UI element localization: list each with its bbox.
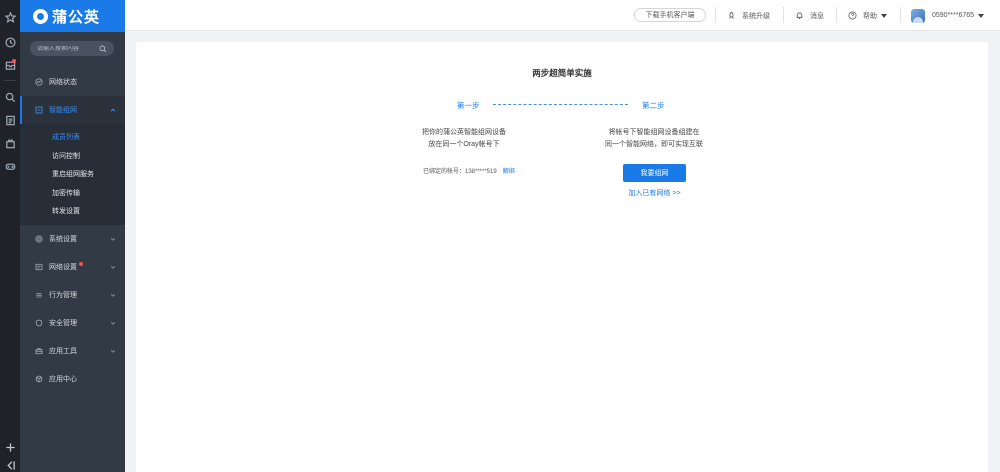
add-icon[interactable]	[3, 440, 17, 454]
step-two-description: 将帐号下智能组网设备组建在 同一个智能网络，即可实现互联	[574, 127, 734, 151]
system-upgrade-label: 系统升级	[742, 12, 770, 20]
header-divider	[783, 7, 784, 23]
sidebar: 蒲公英 网络状态 智能组网 成员列表 访问控制 重启组网服务 加密传输 转发	[20, 0, 125, 472]
header-divider	[900, 7, 901, 23]
step-one-line2: 放在同一个Oray帐号下	[428, 141, 500, 148]
sidebar-item-label: 行为管理	[49, 291, 77, 299]
top-header: 下载手机客户端 系统升级 消息 帮助 0590****6765	[125, 0, 1000, 31]
smart-network-icon	[34, 106, 43, 115]
sidebar-item-smart-network[interactable]: 智能组网	[20, 96, 125, 124]
search-icon[interactable]	[3, 90, 17, 104]
account-menu[interactable]: 0590****6765	[911, 8, 985, 23]
chevron-down-icon	[110, 348, 116, 354]
shield-icon	[34, 318, 43, 327]
step-two-line2: 同一个智能网络，即可实现互联	[605, 141, 703, 148]
gear-icon	[34, 234, 43, 243]
sidebar-subitem-member-list[interactable]: 成员列表	[20, 128, 125, 147]
join-existing-network-link[interactable]: 加入已有网络 >>	[606, 188, 703, 198]
rail-divider	[4, 80, 16, 81]
cube-icon	[34, 374, 43, 383]
step-one-description: 把你的蒲公英智能组网设备 放在同一个Oray帐号下	[384, 127, 544, 151]
header-divider	[836, 7, 837, 23]
bound-account-text: 已绑定的帐号：138*****519	[423, 169, 497, 175]
help-label: 帮助	[863, 12, 877, 20]
chevron-down-icon	[110, 236, 116, 242]
toolbox-icon	[34, 346, 43, 355]
sidebar-item-label: 应用中心	[49, 375, 77, 383]
brand-name: 蒲公英	[52, 8, 101, 26]
bound-account-info: 已绑定的帐号：138*****519 解绑	[423, 166, 515, 175]
create-network-button[interactable]: 我要组网	[623, 164, 686, 182]
sidebar-item-label: 网络状态	[49, 79, 77, 86]
step-connector	[493, 104, 628, 105]
step-one-line1: 把你的蒲公英智能组网设备	[422, 129, 506, 136]
step-two-line1: 将帐号下智能组网设备组建在	[608, 129, 700, 136]
system-upgrade-button[interactable]: 系统升级	[727, 9, 770, 22]
chevron-down-icon	[110, 292, 116, 298]
sidebar-item-app-tools[interactable]: 应用工具	[20, 337, 125, 365]
gamepad-icon[interactable]	[3, 159, 17, 173]
sidebar-subitem-access-control[interactable]: 访问控制	[20, 147, 125, 166]
chevron-up-icon	[110, 107, 116, 113]
network-settings-icon	[34, 262, 43, 271]
bag-icon[interactable]	[3, 136, 17, 150]
behavior-icon	[34, 290, 43, 299]
messages-label: 消息	[810, 12, 824, 20]
step-one-label: 第一步	[457, 101, 480, 110]
smart-network-submenu: 成员列表 访问控制 重启组网服务 加密传输 转发设置	[20, 124, 125, 225]
caret-down-icon	[978, 13, 985, 18]
upgrade-icon	[729, 11, 734, 19]
sidebar-search	[30, 41, 114, 56]
page-title: 两步超简单实施	[532, 68, 592, 78]
bell-icon	[796, 12, 803, 19]
sidebar-nav: 网络状态 智能组网 成员列表 访问控制 重启组网服务 加密传输 转发设置 系统设…	[20, 68, 125, 393]
notification-dot	[79, 262, 83, 266]
step-two-label: 第二步	[642, 101, 665, 110]
sidebar-item-network-status[interactable]: 网络状态	[20, 68, 125, 96]
sidebar-item-security-management[interactable]: 安全管理	[20, 309, 125, 337]
document-icon[interactable]	[3, 113, 17, 127]
notification-dot	[12, 59, 16, 63]
logo-icon	[33, 8, 48, 24]
messages-button[interactable]: 消息	[795, 9, 824, 22]
mailbox-icon[interactable]	[3, 58, 17, 72]
star-icon[interactable]	[3, 10, 17, 24]
sidebar-item-network-settings[interactable]: 网络设置	[20, 253, 125, 281]
sidebar-item-label: 网络设置	[49, 263, 77, 271]
chevron-down-icon	[110, 264, 116, 270]
sidebar-subitem-encrypted-transfer[interactable]: 加密传输	[20, 184, 125, 203]
caret-down-icon	[881, 13, 887, 18]
sidebar-item-app-center[interactable]: 应用中心	[20, 365, 125, 393]
brand-logo[interactable]: 蒲公英	[20, 0, 125, 32]
sidebar-item-system-settings[interactable]: 系统设置	[20, 225, 125, 253]
collapse-icon[interactable]	[3, 458, 17, 472]
sidebar-item-label: 系统设置	[49, 235, 77, 243]
help-menu[interactable]: 帮助	[848, 9, 887, 22]
chevron-down-icon	[110, 320, 116, 326]
help-icon	[848, 11, 857, 20]
sidebar-item-label: 智能组网	[49, 107, 77, 114]
sidebar-subitem-forwarding-settings[interactable]: 转发设置	[20, 202, 125, 221]
download-client-button[interactable]: 下载手机客户端	[634, 8, 706, 22]
unbind-link[interactable]: 解绑	[503, 169, 515, 175]
icon-rail	[0, 0, 20, 472]
search-input[interactable]	[37, 45, 97, 52]
account-label: 0590****6765	[932, 12, 975, 19]
sidebar-subitem-restart-service[interactable]: 重启组网服务	[20, 165, 125, 184]
search-icon[interactable]	[99, 45, 107, 53]
history-icon[interactable]	[3, 35, 17, 49]
main-content: 两步超简单实施 第一步 第二步 把你的蒲公英智能组网设备 放在同一个Oray帐号…	[136, 42, 988, 472]
sidebar-item-behavior-management[interactable]: 行为管理	[20, 281, 125, 309]
sidebar-item-label: 安全管理	[49, 319, 77, 327]
header-divider	[715, 7, 716, 23]
avatar	[911, 8, 925, 23]
sidebar-item-label: 应用工具	[49, 347, 77, 355]
network-status-icon	[34, 78, 43, 87]
